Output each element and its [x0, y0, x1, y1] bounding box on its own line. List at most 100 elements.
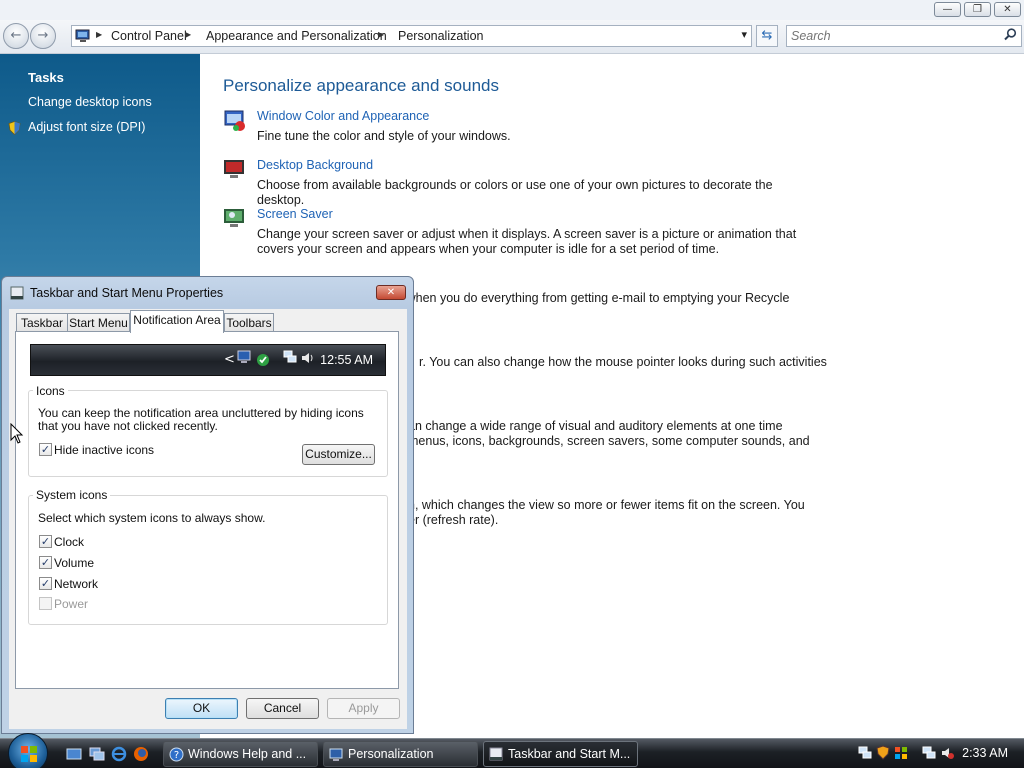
mouse-pointers-description: r. You can also change how the mouse poi… — [419, 355, 827, 369]
taskbar: ? Windows Help and ... Personalization T… — [0, 733, 1024, 768]
power-label: Power — [54, 597, 89, 611]
breadcrumb-personalization[interactable]: Personalization — [398, 29, 483, 43]
taskbar-properties-dialog: Taskbar and Start Menu Properties ✕ Task… — [1, 276, 414, 734]
theme-description-line1: an change a wide range of visual and aud… — [408, 419, 783, 433]
apply-button: Apply — [327, 698, 400, 719]
window-titlebar: — ❐ ✕ — [0, 0, 1024, 20]
navigation-bar: ← → ▶ Control Panel ▶ Appearance and Per… — [0, 20, 1024, 54]
window-color-icon — [224, 110, 245, 131]
search-icon[interactable] — [1004, 28, 1017, 41]
taskbar-button-label: Taskbar and Start M... — [508, 747, 631, 761]
volume-checkbox[interactable]: ✓ — [39, 556, 52, 569]
breadcrumb-appearance[interactable]: Appearance and Personalization — [206, 29, 387, 43]
taskbar-properties-icon — [10, 286, 24, 300]
clock-label[interactable]: Clock — [54, 535, 84, 549]
dialog-body: Taskbar Start Menu Notification Area Too… — [9, 309, 407, 729]
sounds-description: rd when you do everything from getting e… — [392, 291, 790, 305]
display-settings-description-line1: n, which changes the view so more or few… — [408, 498, 805, 512]
switch-windows-icon[interactable] — [89, 746, 105, 762]
breadcrumb-separator: ▶ — [96, 30, 103, 39]
taskbar-button-label: Windows Help and ... — [188, 747, 307, 761]
system-icons-group-title: System icons — [33, 488, 111, 502]
firefox-icon[interactable] — [133, 746, 149, 762]
maximize-button[interactable]: ❐ — [964, 2, 991, 17]
start-button[interactable] — [8, 733, 48, 768]
ok-button[interactable]: OK — [165, 698, 238, 719]
desktop-background-icon — [224, 160, 244, 178]
volume-label[interactable]: Volume — [54, 556, 94, 570]
change-desktop-icons-link[interactable]: Change desktop icons — [28, 95, 152, 109]
volume-muted-icon[interactable] — [940, 746, 954, 760]
cancel-button[interactable]: Cancel — [246, 698, 319, 719]
tab-start-menu[interactable]: Start Menu — [67, 313, 130, 332]
clock-checkbox[interactable]: ✓ — [39, 535, 52, 548]
security-shield-icon[interactable] — [876, 745, 890, 760]
dialog-close-button[interactable]: ✕ — [376, 285, 406, 300]
hide-inactive-icons-checkbox[interactable]: ✓ — [39, 443, 52, 456]
taskbar-button-personalization[interactable]: Personalization — [323, 741, 478, 767]
taskbar-button-windows-help[interactable]: ? Windows Help and ... — [163, 741, 318, 767]
breadcrumb-separator[interactable]: ▶ — [185, 30, 191, 39]
screen-saver-description: Change your screen saver or adjust when … — [257, 227, 797, 256]
dialog-title: Taskbar and Start Menu Properties — [30, 286, 224, 300]
tasks-heading: Tasks — [28, 70, 64, 85]
chevron-left-icon: < — [224, 352, 235, 367]
search-input[interactable] — [791, 28, 991, 44]
taskbar-properties-icon — [489, 747, 503, 761]
notification-area-panel: < 12:55 AM Icons You can keep the notifi… — [15, 331, 399, 689]
customize-button[interactable]: Customize... — [302, 444, 375, 465]
search-box[interactable] — [786, 25, 1022, 47]
address-box[interactable]: ▶ Control Panel ▶ Appearance and Persona… — [71, 25, 752, 47]
icons-group-description: You can keep the notification area unclu… — [38, 406, 364, 433]
forward-button[interactable]: → — [30, 23, 56, 49]
taskbar-button-taskbar-properties[interactable]: Taskbar and Start M... — [483, 741, 638, 767]
windows-update-icon[interactable] — [894, 746, 908, 760]
help-icon: ? — [169, 747, 184, 762]
tab-taskbar[interactable]: Taskbar — [16, 313, 68, 332]
network-icon — [283, 350, 297, 363]
power-checkbox — [39, 597, 52, 610]
page-title: Personalize appearance and sounds — [223, 76, 499, 95]
hide-inactive-icons-label[interactable]: Hide inactive icons — [54, 443, 154, 457]
control-panel-icon — [329, 748, 343, 761]
taskbar-clock[interactable]: 2:33 AM — [962, 746, 1008, 760]
taskbar-preview: < 12:55 AM — [30, 344, 386, 376]
breadcrumb-control-panel[interactable]: Control Panel — [111, 29, 187, 43]
screen-saver-link[interactable]: Screen Saver — [257, 207, 333, 221]
show-desktop-icon[interactable] — [66, 746, 82, 762]
icons-group-title: Icons — [33, 384, 68, 398]
window-color-description: Fine tune the color and style of your wi… — [257, 129, 511, 143]
tab-toolbars[interactable]: Toolbars — [224, 313, 274, 332]
desktop-background-link[interactable]: Desktop Background — [257, 158, 373, 172]
network-label[interactable]: Network — [54, 577, 98, 591]
windows-logo-icon — [21, 746, 37, 762]
svg-text:?: ? — [174, 750, 179, 761]
notification-area: 2:33 AM — [854, 739, 1024, 768]
address-dropdown-icon[interactable]: ▾ — [741, 28, 747, 41]
control-panel-icon — [75, 29, 90, 42]
minimize-button[interactable]: — — [934, 2, 961, 17]
network-icon[interactable] — [858, 746, 872, 760]
theme-description-line2: menus, icons, backgrounds, screen savers… — [408, 434, 810, 448]
screen-saver-icon — [224, 209, 244, 227]
breadcrumb-separator[interactable]: ▶ — [378, 30, 384, 39]
window-color-link[interactable]: Window Color and Appearance — [257, 109, 429, 123]
mouse-cursor-icon — [10, 423, 24, 444]
refresh-button[interactable]: ⇆ — [756, 25, 778, 47]
adjust-font-size-link[interactable]: Adjust font size (DPI) — [28, 120, 145, 134]
network-checkbox[interactable]: ✓ — [39, 577, 52, 590]
close-button[interactable]: ✕ — [994, 2, 1021, 17]
shield-icon — [8, 121, 21, 135]
internet-explorer-icon[interactable] — [111, 746, 127, 762]
taskbar-button-label: Personalization — [348, 747, 434, 761]
volume-icon — [302, 353, 313, 363]
network-status-icon[interactable] — [922, 746, 936, 760]
security-check-icon — [257, 354, 269, 366]
desktop-background-description: Choose from available backgrounds or col… — [257, 178, 773, 207]
monitor-icon — [237, 350, 251, 363]
preview-clock: 12:55 AM — [320, 353, 373, 367]
system-icons-description: Select which system icons to always show… — [38, 511, 266, 525]
display-settings-description-line2: er (refresh rate). — [408, 513, 499, 527]
back-button[interactable]: ← — [3, 23, 29, 49]
tab-notification-area[interactable]: Notification Area — [130, 310, 224, 333]
